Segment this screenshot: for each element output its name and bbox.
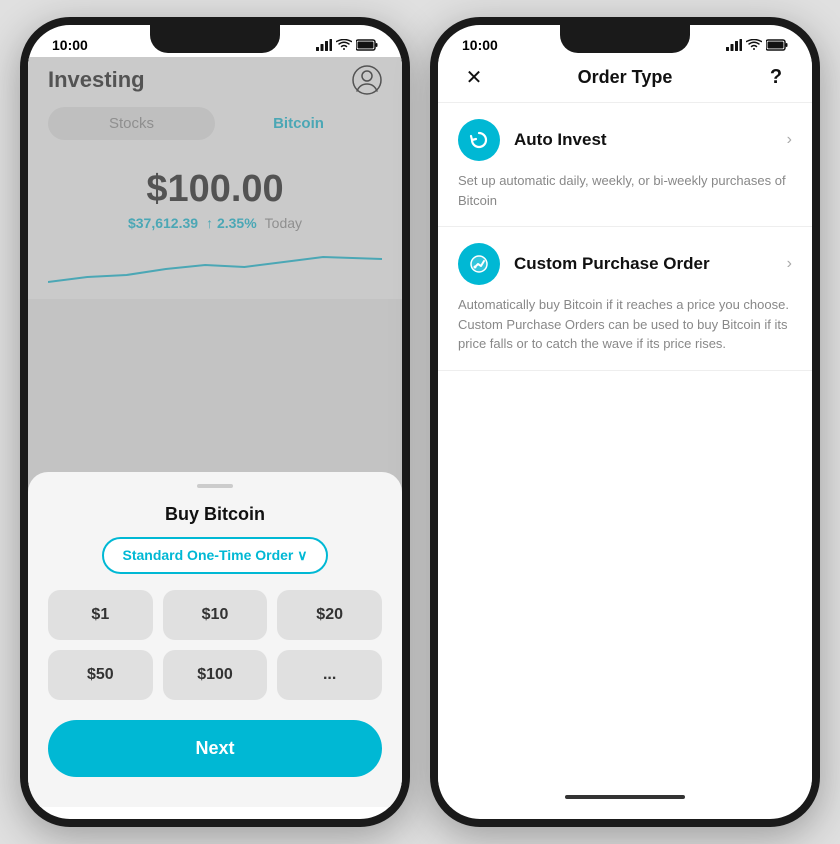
buy-sheet: Buy Bitcoin Standard One-Time Order ∨ $1…	[28, 472, 402, 807]
order-type-header: ✕ Order Type ?	[438, 57, 812, 103]
preset-grid: $1 $10 $20 $50 $100 ...	[48, 590, 382, 700]
custom-purchase-row: Custom Purchase Order ›	[458, 243, 792, 285]
custom-purchase-title: Custom Purchase Order	[514, 254, 710, 274]
wifi-icon	[336, 39, 352, 51]
auto-invest-row: Auto Invest ›	[458, 119, 792, 161]
auto-invest-chevron: ›	[787, 131, 792, 149]
left-phone-content: Investing Stocks Bitcoin $100.00 $37,612…	[28, 57, 402, 807]
preset-20[interactable]: $20	[277, 590, 382, 640]
custom-icon	[468, 253, 490, 275]
auto-invest-left: Auto Invest	[458, 119, 607, 161]
preset-1[interactable]: $1	[48, 590, 153, 640]
notch-right	[560, 25, 690, 53]
right-phone: 10:00 ✕ Order Ty	[430, 17, 820, 827]
custom-purchase-chevron: ›	[787, 255, 792, 273]
right-phone-content: ✕ Order Type ? Auto Invest › Set up au	[438, 57, 812, 807]
help-button[interactable]: ?	[760, 66, 792, 89]
order-type-button[interactable]: Standard One-Time Order ∨	[102, 537, 327, 574]
preset-more[interactable]: ...	[277, 650, 382, 700]
preset-50[interactable]: $50	[48, 650, 153, 700]
custom-purchase-desc: Automatically buy Bitcoin if it reaches …	[458, 295, 792, 354]
battery-icon-r	[766, 39, 788, 51]
sheet-title: Buy Bitcoin	[48, 504, 382, 525]
status-icons-right	[726, 39, 788, 51]
home-indicator-right	[565, 795, 685, 799]
preset-100[interactable]: $100	[163, 650, 268, 700]
auto-invest-option[interactable]: Auto Invest › Set up automatic daily, we…	[438, 103, 812, 227]
left-phone: 10:00 Investing	[20, 17, 410, 827]
preset-10[interactable]: $10	[163, 590, 268, 640]
wifi-icon-r	[746, 39, 762, 51]
next-button[interactable]: Next	[48, 720, 382, 777]
status-icons-left	[316, 39, 378, 51]
close-button[interactable]: ✕	[458, 65, 490, 90]
auto-invest-title: Auto Invest	[514, 130, 607, 150]
signal-icon-r	[726, 39, 742, 51]
custom-purchase-option[interactable]: Custom Purchase Order › Automatically bu…	[438, 227, 812, 371]
notch	[150, 25, 280, 53]
custom-purchase-left: Custom Purchase Order	[458, 243, 710, 285]
auto-invest-desc: Set up automatic daily, weekly, or bi-we…	[458, 171, 792, 210]
battery-icon	[356, 39, 378, 51]
header-title: Order Type	[578, 67, 673, 88]
time-left: 10:00	[52, 37, 88, 53]
auto-invest-icon	[458, 119, 500, 161]
signal-icon	[316, 39, 332, 51]
custom-purchase-icon	[458, 243, 500, 285]
sheet-handle	[197, 484, 233, 488]
refresh-icon	[468, 129, 490, 151]
time-right: 10:00	[462, 37, 498, 53]
